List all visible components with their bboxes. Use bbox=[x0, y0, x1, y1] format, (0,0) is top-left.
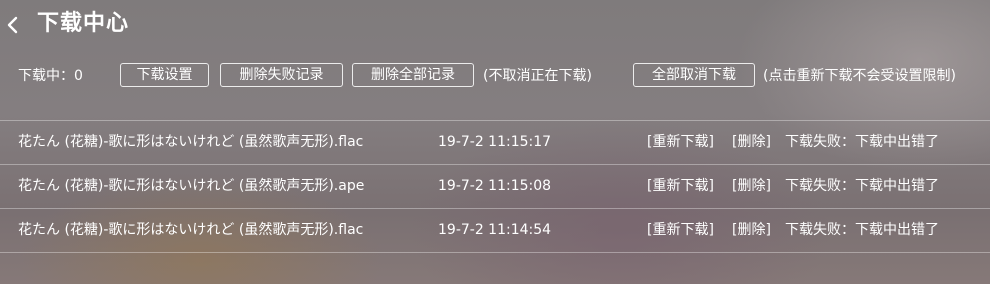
delete-all-note: (不取消正在下载) bbox=[483, 68, 592, 84]
download-list: 花たん (花糖)-歌に形はないけれど (虽然歌声无形).flac 19-7-2 … bbox=[0, 120, 990, 253]
delete-link[interactable]: [删除] bbox=[732, 132, 771, 152]
download-status: 下载失败：下载中出错了 bbox=[785, 178, 939, 194]
chevron-left-icon bbox=[7, 16, 18, 34]
toolbar: 下载中：0 下载设置 删除失败记录 删除全部记录 (不取消正在下载) 全部取消下… bbox=[0, 60, 990, 92]
download-settings-button[interactable]: 下载设置 bbox=[120, 63, 209, 87]
page-title: 下载中心 bbox=[37, 11, 130, 36]
back-button[interactable] bbox=[2, 12, 24, 38]
delete-failed-records-button[interactable]: 删除失败记录 bbox=[220, 63, 343, 87]
download-time: 19-7-2 11:15:17 bbox=[438, 134, 552, 150]
cancel-all-downloads-button[interactable]: 全部取消下载 bbox=[633, 63, 755, 87]
download-time: 19-7-2 11:15:08 bbox=[438, 178, 552, 194]
delete-link[interactable]: [删除] bbox=[732, 176, 771, 196]
download-time: 19-7-2 11:14:54 bbox=[438, 222, 552, 238]
file-name: 花たん (花糖)-歌に形はないけれど (虽然歌声无形).flac bbox=[18, 222, 364, 238]
download-row: 花たん (花糖)-歌に形はないけれど (虽然歌声无形).ape 19-7-2 1… bbox=[0, 164, 990, 208]
delete-link[interactable]: [删除] bbox=[732, 220, 771, 240]
file-name: 花たん (花糖)-歌に形はないけれど (虽然歌声无形).ape bbox=[18, 178, 365, 194]
download-status: 下载失败：下载中出错了 bbox=[785, 222, 939, 238]
downloading-count: 下载中：0 bbox=[18, 68, 83, 84]
file-name: 花たん (花糖)-歌に形はないけれど (虽然歌声无形).flac bbox=[18, 134, 364, 150]
redownload-link[interactable]: [重新下载] bbox=[647, 220, 714, 240]
redownload-link[interactable]: [重新下载] bbox=[647, 132, 714, 152]
redownload-link[interactable]: [重新下载] bbox=[647, 176, 714, 196]
download-row: 花たん (花糖)-歌に形はないけれど (虽然歌声无形).flac 19-7-2 … bbox=[0, 120, 990, 164]
delete-all-records-button[interactable]: 删除全部记录 bbox=[352, 63, 474, 87]
cancel-all-note: (点击重新下载不会受设置限制) bbox=[763, 68, 956, 84]
top-bar: 下载中心 bbox=[0, 0, 990, 50]
download-status: 下载失败：下载中出错了 bbox=[785, 134, 939, 150]
download-row: 花たん (花糖)-歌に形はないけれど (虽然歌声无形).flac 19-7-2 … bbox=[0, 208, 990, 253]
